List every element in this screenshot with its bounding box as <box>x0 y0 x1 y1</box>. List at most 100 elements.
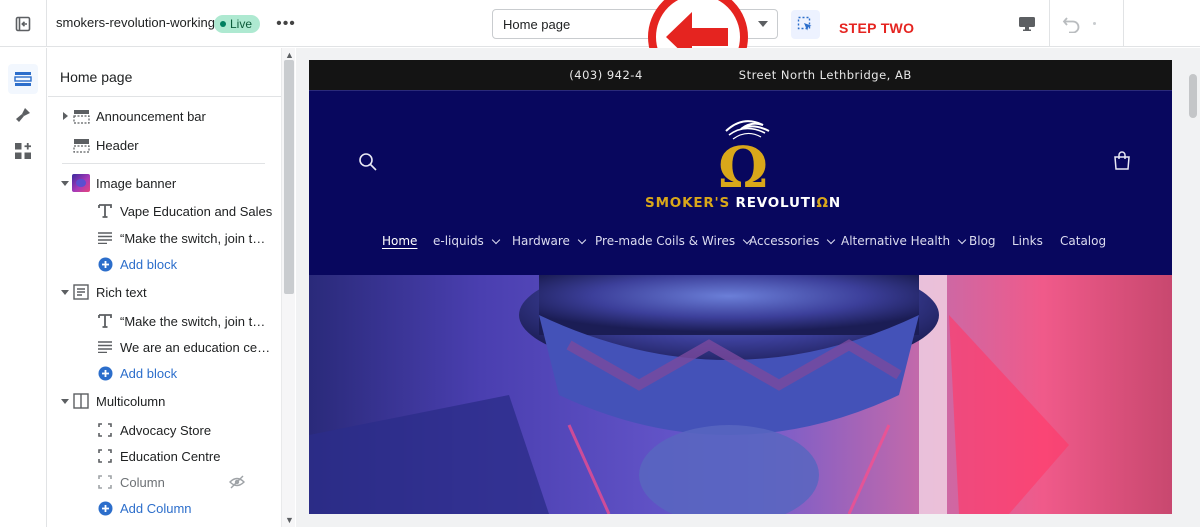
nav-item-accessories[interactable]: Accessories <box>749 234 836 248</box>
app-embeds-tab[interactable] <box>8 136 38 166</box>
nav-item-catalog[interactable]: Catalog <box>1060 234 1106 248</box>
block-label: “Make the switch, join the ... <box>120 314 270 329</box>
smoke-omega-logo-icon: Ω <box>718 120 770 201</box>
chevron-down-icon <box>61 399 69 404</box>
logo-word-2: REVOLUTI <box>735 195 817 211</box>
nav-item-home[interactable]: Home <box>382 234 417 248</box>
exit-editor-button[interactable] <box>0 0 47 47</box>
column-icon <box>96 473 114 491</box>
chevron-down-icon <box>827 235 836 244</box>
logo-word-end: N <box>828 195 841 211</box>
editor-topbar: smokers-revolution-working Live ••• Home… <box>0 0 1200 47</box>
nav-item-blog[interactable]: Blog <box>969 234 996 248</box>
store-preview[interactable]: (403) 942-4 Street North Lethbridge, AB … <box>309 60 1172 514</box>
heading-icon <box>96 312 114 330</box>
nav-item-eliquids[interactable]: e-liquids <box>433 234 501 248</box>
chevron-down-icon <box>61 290 69 295</box>
preview-scrollbar[interactable] <box>1186 60 1200 514</box>
chevron-down-icon <box>61 181 69 186</box>
block-text[interactable]: We are an education center... <box>48 334 281 360</box>
logo-word-1: SMOKER'S <box>645 195 736 211</box>
block-column[interactable]: Education Centre <box>48 443 281 469</box>
nav-item-links[interactable]: Links <box>1012 234 1043 248</box>
scrollbar-thumb[interactable] <box>284 60 294 294</box>
status-badge-label: Live <box>230 17 253 31</box>
image-banner-thumbnail <box>72 174 90 192</box>
section-label: Image banner <box>96 176 177 191</box>
block-column-hidden[interactable]: Column <box>48 469 281 495</box>
divider <box>62 163 265 164</box>
inspector-toggle-button[interactable] <box>791 10 820 39</box>
sections-icon <box>14 72 32 86</box>
divider <box>48 96 281 97</box>
heading-icon <box>96 202 114 220</box>
column-icon <box>96 447 114 465</box>
block-label: Advocacy Store <box>120 423 212 438</box>
add-block-button[interactable]: Add block <box>48 360 281 386</box>
block-label: Column <box>120 475 165 490</box>
section-label: Rich text <box>96 285 147 300</box>
block-heading[interactable]: “Make the switch, join the ... <box>48 308 281 334</box>
editor-rail <box>0 48 47 527</box>
add-column-label: Add Column <box>120 501 192 516</box>
section-rich-text[interactable]: Rich text <box>48 279 281 305</box>
cart-icon[interactable] <box>1113 151 1131 171</box>
redo-button[interactable] <box>1093 22 1096 25</box>
add-block-label: Add block <box>120 257 178 272</box>
nav-item-alternative-health[interactable]: Alternative Health <box>841 234 967 248</box>
eye-hidden-icon[interactable] <box>228 473 246 491</box>
announcement-bar[interactable]: (403) 942-4 Street North Lethbridge, AB <box>309 60 1172 90</box>
block-label: Vape Education and Sales <box>120 204 273 219</box>
nav-item-coils[interactable]: Pre-made Coils & Wires <box>595 234 752 248</box>
section-label: Header <box>96 138 139 153</box>
section-header[interactable]: Header <box>48 132 281 158</box>
nav-item-hardware[interactable]: Hardware <box>512 234 587 248</box>
add-block-button[interactable]: Add block <box>48 251 281 277</box>
block-heading[interactable]: Vape Education and Sales <box>48 198 281 224</box>
divider <box>1123 0 1124 47</box>
chevron-down-icon <box>957 235 967 244</box>
store-header: Ω SMOKER'S REVOLUTIΩN Home e-liquids Har… <box>309 90 1172 275</box>
scroll-down-icon[interactable]: ▼ <box>285 515 294 525</box>
sections-tab[interactable] <box>8 64 38 94</box>
more-actions-button[interactable]: ••• <box>274 12 298 36</box>
block-label: We are an education center... <box>120 340 276 355</box>
exit-icon <box>15 16 31 31</box>
text-icon <box>96 338 114 356</box>
search-icon[interactable] <box>358 152 378 172</box>
desktop-view-button[interactable] <box>1014 12 1040 36</box>
section-multicolumn[interactable]: Multicolumn <box>48 388 281 414</box>
step-annotation-label: STEP TWO <box>839 20 915 36</box>
chevron-down-icon <box>577 235 587 244</box>
theme-name: smokers-revolution-working <box>56 15 215 30</box>
column-icon <box>96 421 114 439</box>
multicolumn-icon <box>72 392 90 410</box>
paintbrush-icon <box>16 108 30 122</box>
rich-text-icon <box>72 283 90 301</box>
store-logo[interactable]: Ω SMOKER'S REVOLUTIΩN <box>633 111 853 215</box>
sections-sidebar: Home page Announcement bar Header Image … <box>48 48 281 527</box>
plus-circle-icon <box>96 255 114 273</box>
sidebar-scrollbar[interactable]: ▲ ▼ <box>281 48 295 527</box>
undo-button[interactable] <box>1060 12 1084 36</box>
preview-canvas: (403) 942-4 Street North Lethbridge, AB … <box>296 48 1200 527</box>
desktop-icon <box>1019 17 1035 31</box>
header-icon <box>72 136 90 154</box>
add-column-button[interactable]: Add Column <box>48 495 281 521</box>
sidebar-title: Home page <box>60 69 133 85</box>
add-block-label: Add block <box>120 366 178 381</box>
plus-circle-icon <box>96 364 114 382</box>
image-banner[interactable] <box>309 275 1172 514</box>
block-column[interactable]: Advocacy Store <box>48 417 281 443</box>
scroll-up-icon[interactable]: ▲ <box>285 50 294 60</box>
section-image-banner[interactable]: Image banner <box>48 170 281 196</box>
theme-settings-tab[interactable] <box>8 100 38 130</box>
announcement-text-left: (403) 942-4 <box>569 68 643 82</box>
block-text[interactable]: “Make the switch, join the ... <box>48 225 281 251</box>
announcement-bar-icon <box>72 107 90 125</box>
chevron-right-icon <box>63 112 68 120</box>
scrollbar-thumb[interactable] <box>1189 74 1197 118</box>
section-announcement-bar[interactable]: Announcement bar <box>48 103 281 129</box>
undo-icon <box>1062 17 1080 33</box>
logo-word-omega: Ω <box>816 195 829 211</box>
